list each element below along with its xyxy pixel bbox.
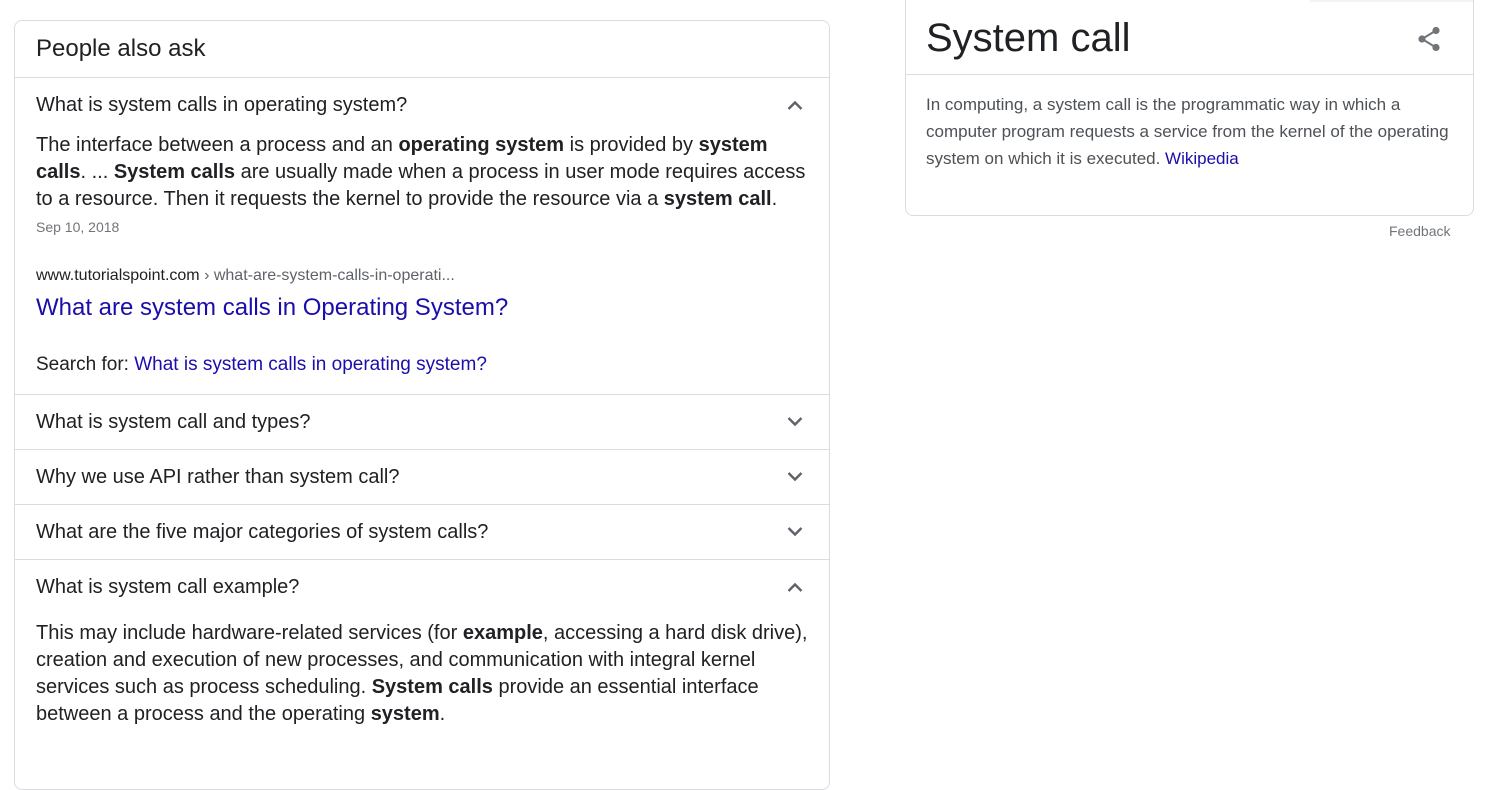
paa-answer: This may include hardware-related servic… bbox=[15, 614, 829, 728]
chevron-up-icon[interactable] bbox=[787, 100, 803, 110]
answer-bold-text: System calls bbox=[371, 676, 493, 698]
answer-bold-text: operating system bbox=[398, 134, 565, 156]
answer-text-segment: The interface between a process and an bbox=[36, 134, 399, 156]
share-icon[interactable] bbox=[1417, 26, 1441, 52]
answer-text-segment: . ... bbox=[80, 161, 114, 183]
chevron-down-icon[interactable] bbox=[787, 417, 803, 427]
answer-bold-text: system call bbox=[663, 188, 772, 210]
paa-question-text: What are the five major categories of sy… bbox=[36, 521, 489, 543]
feedback-link[interactable]: Feedback bbox=[1389, 222, 1450, 240]
paa-question-text: What is system calls in operating system… bbox=[36, 94, 408, 116]
paa-question-text: Why we use API rather than system call? bbox=[36, 466, 400, 488]
search-for-link[interactable]: What is system calls in operating system… bbox=[134, 354, 487, 375]
paa-question[interactable]: What are the five major categories of sy… bbox=[15, 505, 829, 560]
paa-item-expanded: What is system call example? This may in… bbox=[15, 560, 829, 728]
paa-question[interactable]: What is system call and types? bbox=[15, 395, 829, 450]
chevron-down-icon[interactable] bbox=[787, 527, 803, 537]
answer-text-segment: . bbox=[771, 188, 778, 210]
knowledge-panel-header: System call bbox=[906, 0, 1473, 75]
knowledge-panel-description: In computing, a system call is the progr… bbox=[906, 75, 1473, 172]
paa-question[interactable]: What is system call example? bbox=[15, 560, 829, 614]
search-for: Search for: What is system calls in oper… bbox=[36, 353, 808, 394]
paa-question-text: What is system call example? bbox=[36, 576, 300, 598]
source-path: › what-are-system-calls-in-operati... bbox=[199, 267, 455, 284]
answer-text-segment: is provided by bbox=[564, 134, 699, 156]
source-cite: www.tutorialspoint.com › what-are-system… bbox=[36, 266, 808, 286]
people-also-ask-panel: People also ask What is system calls in … bbox=[14, 20, 830, 790]
paa-heading: People also ask bbox=[15, 21, 829, 78]
answer-bold-text: example bbox=[462, 622, 543, 644]
paa-answer: The interface between a process and an o… bbox=[15, 132, 829, 394]
wikipedia-link[interactable]: Wikipedia bbox=[1165, 149, 1239, 168]
paa-question-text: What is system call and types? bbox=[36, 411, 311, 433]
answer-bold-text: System calls bbox=[113, 161, 236, 183]
answer-text-segment: . bbox=[439, 703, 446, 725]
answer-text: The interface between a process and an o… bbox=[36, 132, 808, 213]
answer-date: Sep 10, 2018 bbox=[36, 219, 120, 235]
answer-text-segment: This may include hardware-related servic… bbox=[36, 622, 463, 644]
chevron-up-icon[interactable] bbox=[787, 582, 803, 592]
paa-question[interactable]: Why we use API rather than system call? bbox=[15, 450, 829, 505]
search-for-label: Search for: bbox=[36, 354, 135, 375]
source-domain: www.tutorialspoint.com bbox=[36, 267, 200, 284]
knowledge-panel: System call In computing, a system call … bbox=[905, 0, 1474, 216]
paa-question[interactable]: What is system calls in operating system… bbox=[15, 78, 829, 132]
answer-text: This may include hardware-related servic… bbox=[36, 620, 808, 728]
knowledge-panel-title: System call bbox=[926, 16, 1131, 60]
paa-item-expanded: What is system calls in operating system… bbox=[15, 78, 829, 395]
chevron-down-icon[interactable] bbox=[787, 472, 803, 482]
source-title-link[interactable]: What are system calls in Operating Syste… bbox=[36, 292, 808, 324]
answer-bold-text: system bbox=[370, 703, 440, 725]
